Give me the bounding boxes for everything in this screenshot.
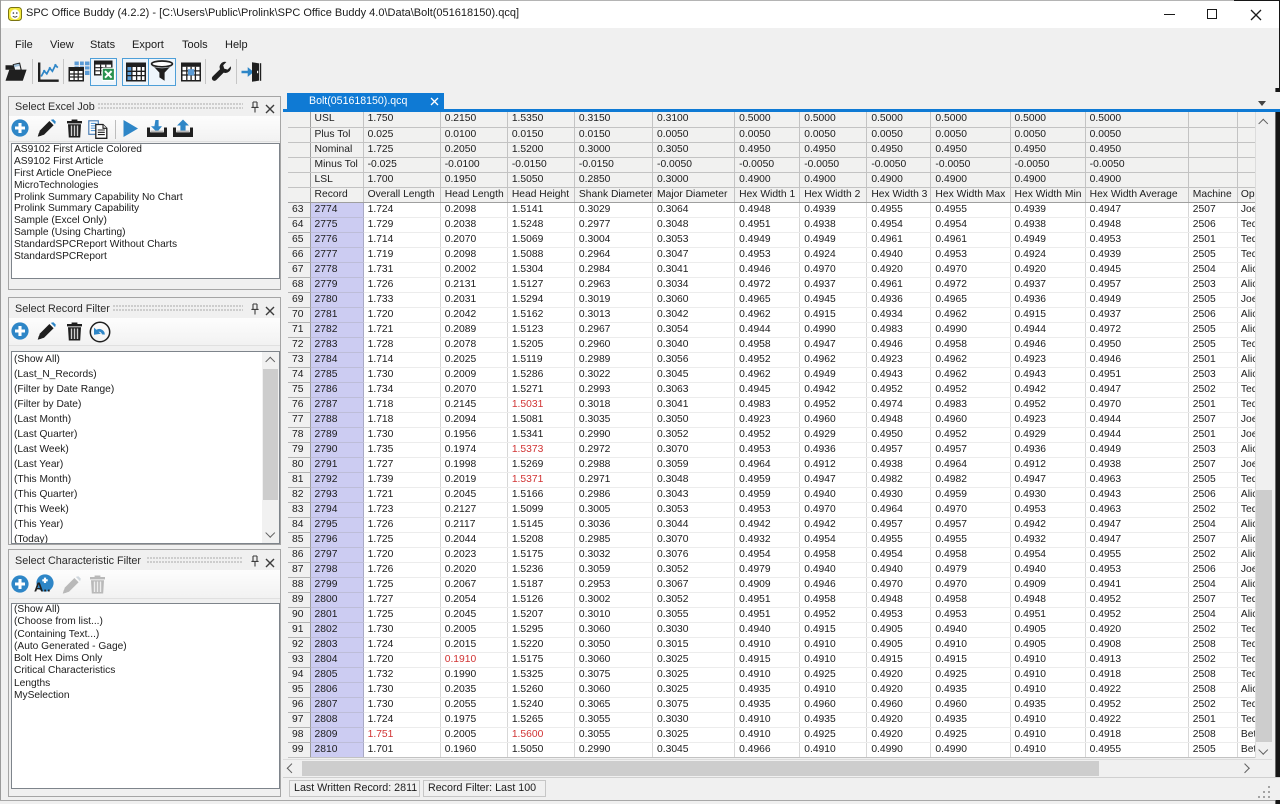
- svg-text:A..: A..: [34, 580, 51, 595]
